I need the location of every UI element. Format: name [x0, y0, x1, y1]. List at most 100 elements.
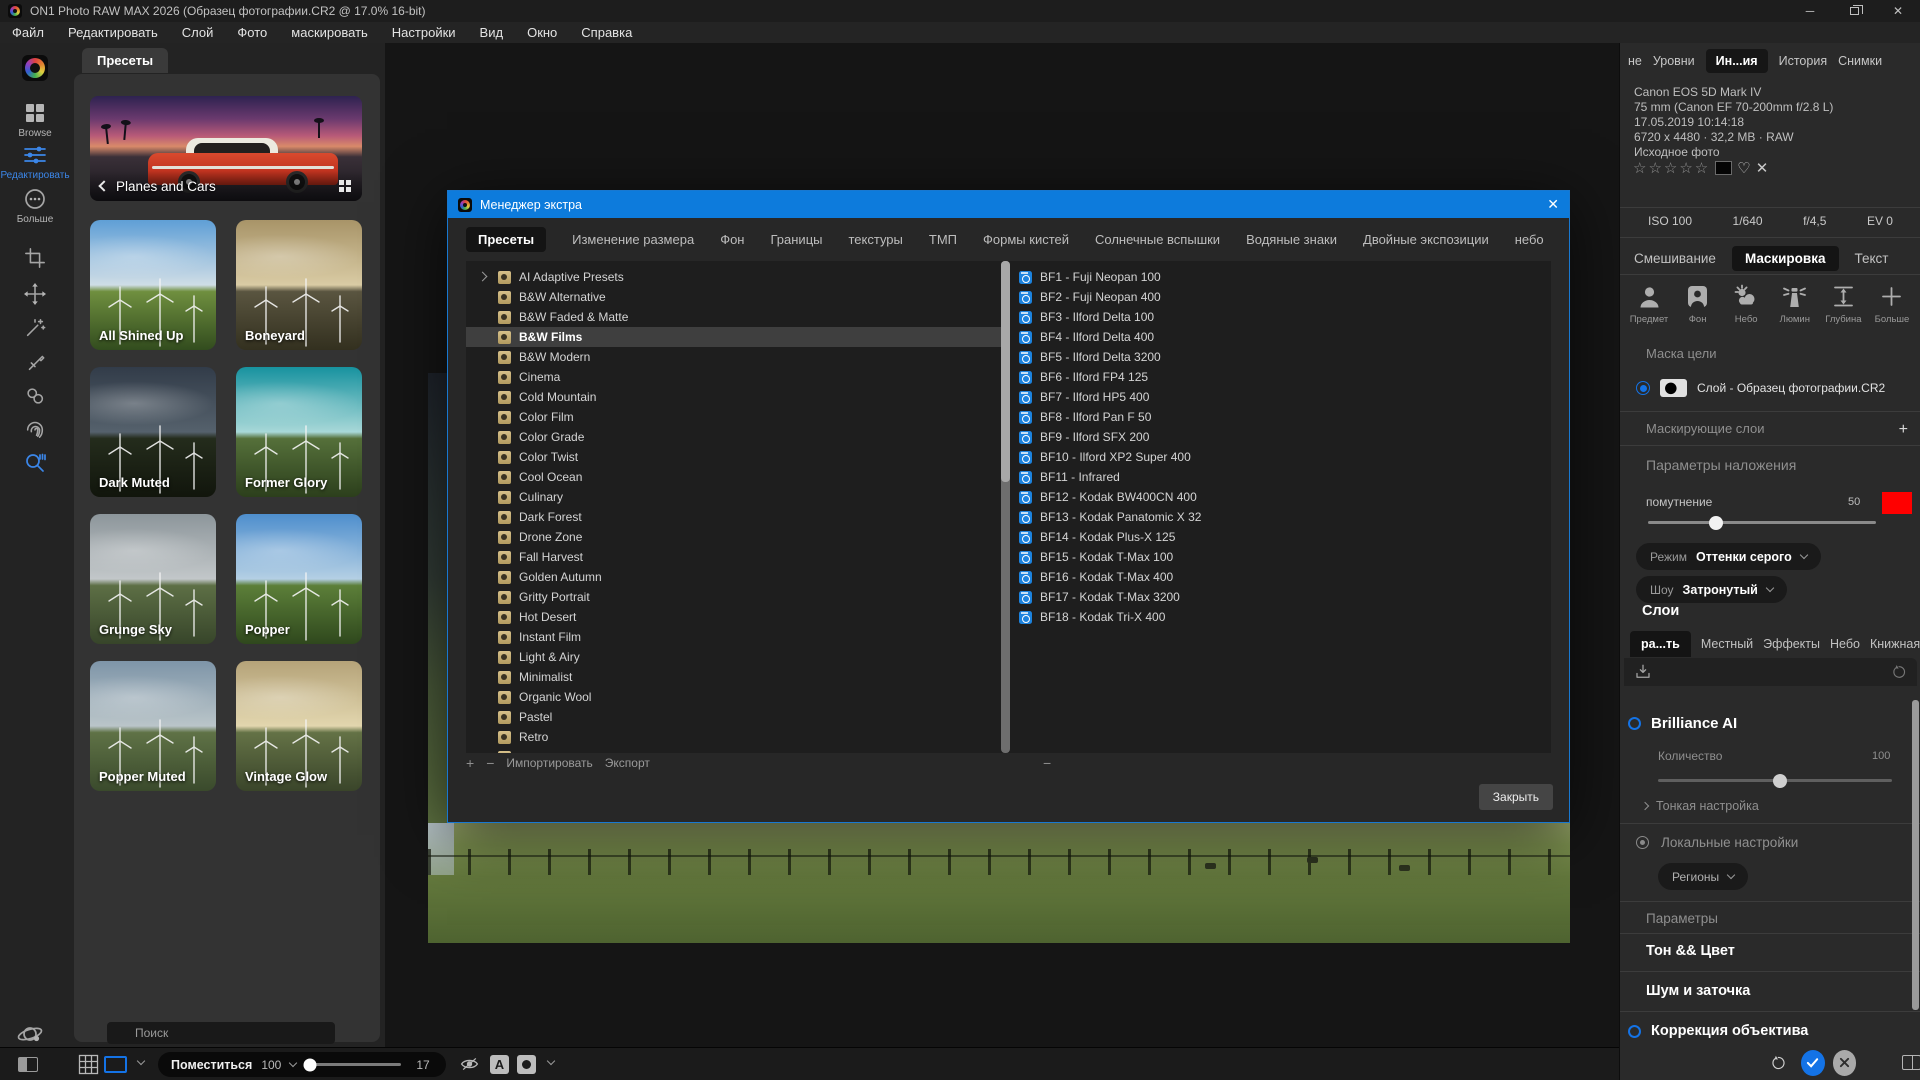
amount-slider-track[interactable] — [1658, 779, 1892, 782]
add-button[interactable]: + — [466, 755, 474, 771]
folder-row[interactable]: Organic Wool — [466, 687, 1001, 707]
film-row[interactable]: BF12 - Kodak BW400CN 400 — [1013, 487, 1551, 507]
preset-tile[interactable]: Boneyard — [236, 220, 362, 350]
expand-chevron-icon[interactable] — [476, 273, 490, 281]
export-button[interactable]: Экспорт — [605, 756, 650, 770]
star-rating[interactable]: ☆☆☆☆☆ — [1633, 159, 1710, 177]
folder-row[interactable]: Fall Harvest — [466, 547, 1001, 567]
zoom-value[interactable]: 100 — [261, 1058, 281, 1072]
dialog-tab[interactable]: Двойные экспозиции — [1363, 232, 1489, 247]
dialog-tab[interactable]: текстуры — [848, 232, 902, 247]
grid-view-icon[interactable] — [338, 179, 352, 193]
film-row[interactable]: BF1 - Fuji Neopan 100 — [1013, 267, 1551, 287]
grid-overlay-icon[interactable] — [78, 1054, 99, 1075]
folder-row[interactable]: AI Adaptive Presets — [466, 267, 1001, 287]
zoom-slider-thumb[interactable] — [304, 1058, 317, 1071]
preset-category-banner[interactable]: Planes and Cars — [90, 96, 362, 201]
dialog-tab[interactable]: Формы кистей — [983, 232, 1069, 247]
folder-row[interactable]: Color Grade — [466, 427, 1001, 447]
info-tab[interactable]: Ин...ия — [1706, 49, 1768, 73]
film-row[interactable]: BF8 - Ilford Pan F 50 — [1013, 407, 1551, 427]
reset-undo-icon[interactable] — [1891, 664, 1907, 680]
info-tab[interactable]: Уровни — [1653, 54, 1695, 68]
preset-tile[interactable]: Vintage Glow — [236, 661, 362, 791]
tool-clone[interactable] — [0, 385, 70, 407]
folder-row[interactable] — [466, 747, 1001, 753]
tool-zoom[interactable] — [0, 451, 70, 475]
mask-color-swatch[interactable] — [1882, 492, 1912, 514]
film-row[interactable]: BF2 - Fuji Neopan 400 — [1013, 287, 1551, 307]
mask-tool-more[interactable]: Больше — [1869, 283, 1915, 325]
like-icon[interactable]: ♡ — [1737, 159, 1750, 177]
film-row[interactable]: BF6 - Ilford FP4 125 — [1013, 367, 1551, 387]
soft-proof-icon[interactable] — [104, 1056, 127, 1073]
folder-row[interactable]: Gritty Portrait — [466, 587, 1001, 607]
preset-tile[interactable]: Grunge Sky — [90, 514, 216, 644]
dialog-tab[interactable]: ТМП — [929, 232, 957, 247]
mode-dropdown[interactable]: Режим Оттенки серого — [1636, 543, 1821, 570]
folder-row[interactable]: Golden Autumn — [466, 567, 1001, 587]
mask-tab[interactable]: Маскировка — [1732, 246, 1839, 271]
amount-slider-thumb[interactable] — [1773, 774, 1787, 788]
folder-row[interactable]: Color Twist — [466, 447, 1001, 467]
enabled-ring-icon[interactable] — [1628, 717, 1641, 730]
preset-tile[interactable]: Dark Muted — [90, 367, 216, 497]
dialog-close-button[interactable]: Закрыть — [1479, 784, 1553, 810]
enabled-ring-icon[interactable] — [1628, 1025, 1641, 1038]
tool-move[interactable] — [0, 283, 70, 305]
film-row[interactable]: BF5 - Ilford Delta 3200 — [1013, 347, 1551, 367]
right-panel-scrollbar[interactable] — [1912, 700, 1919, 1010]
fine-tune-row[interactable]: Тонкая настройка — [1642, 799, 1759, 813]
add-masking-layer-button[interactable]: + — [1899, 421, 1908, 439]
minimize-button[interactable]: ─ — [1788, 0, 1832, 22]
search-input[interactable] — [107, 1022, 335, 1044]
undo-icon[interactable] — [1770, 1054, 1787, 1072]
film-row[interactable]: BF18 - Kodak Tri-X 400 — [1013, 607, 1551, 627]
menu-item[interactable]: Слой — [182, 25, 214, 40]
layer-tab[interactable]: Небо — [1830, 637, 1860, 651]
folder-row[interactable]: Retro — [466, 727, 1001, 747]
dialog-tab[interactable]: небо — [1515, 232, 1544, 247]
dialog-tab[interactable]: Фон — [720, 232, 744, 247]
folder-row[interactable]: Color Film — [466, 407, 1001, 427]
chevron-down-icon[interactable] — [137, 1057, 145, 1065]
folder-row[interactable]: Dark Forest — [466, 507, 1001, 527]
menu-item[interactable]: Настройки — [392, 25, 456, 40]
preset-tile[interactable]: Popper — [236, 514, 362, 644]
info-tab[interactable]: История — [1779, 54, 1827, 68]
folder-row[interactable]: B&W Alternative — [466, 287, 1001, 307]
layer-tab[interactable]: ра...ть — [1630, 631, 1691, 657]
color-flag-swatch[interactable] — [1715, 161, 1732, 175]
fit-button[interactable]: Поместиться — [171, 1058, 252, 1072]
film-row[interactable]: BF16 - Kodak T-Max 400 — [1013, 567, 1551, 587]
film-row[interactable]: BF14 - Kodak Plus-X 125 — [1013, 527, 1551, 547]
split-view-icon[interactable] — [1902, 1055, 1920, 1070]
panel-toggle-icon[interactable] — [18, 1057, 38, 1072]
mask-tool-luminosity[interactable]: Люмин — [1772, 283, 1818, 325]
chevron-down-icon[interactable] — [289, 1059, 297, 1067]
preview-eye-icon[interactable] — [460, 1056, 479, 1072]
menu-item[interactable]: Редактировать — [68, 25, 158, 40]
noise-sharpen-section[interactable]: Шум и заточка — [1646, 983, 1750, 999]
presets-panel-tab[interactable]: Пресеты — [82, 48, 168, 73]
folder-row[interactable]: Minimalist — [466, 667, 1001, 687]
film-row[interactable]: BF11 - Infrared — [1013, 467, 1551, 487]
brilliance-section-row[interactable]: Brilliance AI — [1628, 715, 1737, 732]
menu-item[interactable]: Вид — [480, 25, 504, 40]
menu-item[interactable]: Фото — [237, 25, 267, 40]
preset-tile[interactable]: Former Glory — [236, 367, 362, 497]
preset-tile[interactable]: Popper Muted — [90, 661, 216, 791]
menu-item[interactable]: маскировать — [291, 25, 368, 40]
mask-tab[interactable]: Смешивание — [1634, 251, 1716, 266]
import-button[interactable]: Импортировать — [506, 756, 592, 770]
reject-icon[interactable]: ✕ — [1756, 159, 1769, 177]
chevron-down-icon[interactable] — [547, 1057, 555, 1065]
folder-row[interactable]: Cinema — [466, 367, 1001, 387]
film-row[interactable]: BF7 - Ilford HP5 400 — [1013, 387, 1551, 407]
film-row[interactable]: BF15 - Kodak T-Max 100 — [1013, 547, 1551, 567]
mask-tool-subject[interactable]: Предмет — [1626, 283, 1672, 325]
dialog-tab[interactable]: Пресеты — [466, 227, 546, 252]
preset-tile[interactable]: All Shined Up — [90, 220, 216, 350]
folder-row[interactable]: Drone Zone — [466, 527, 1001, 547]
folder-row[interactable]: B&W Films — [466, 327, 1001, 347]
